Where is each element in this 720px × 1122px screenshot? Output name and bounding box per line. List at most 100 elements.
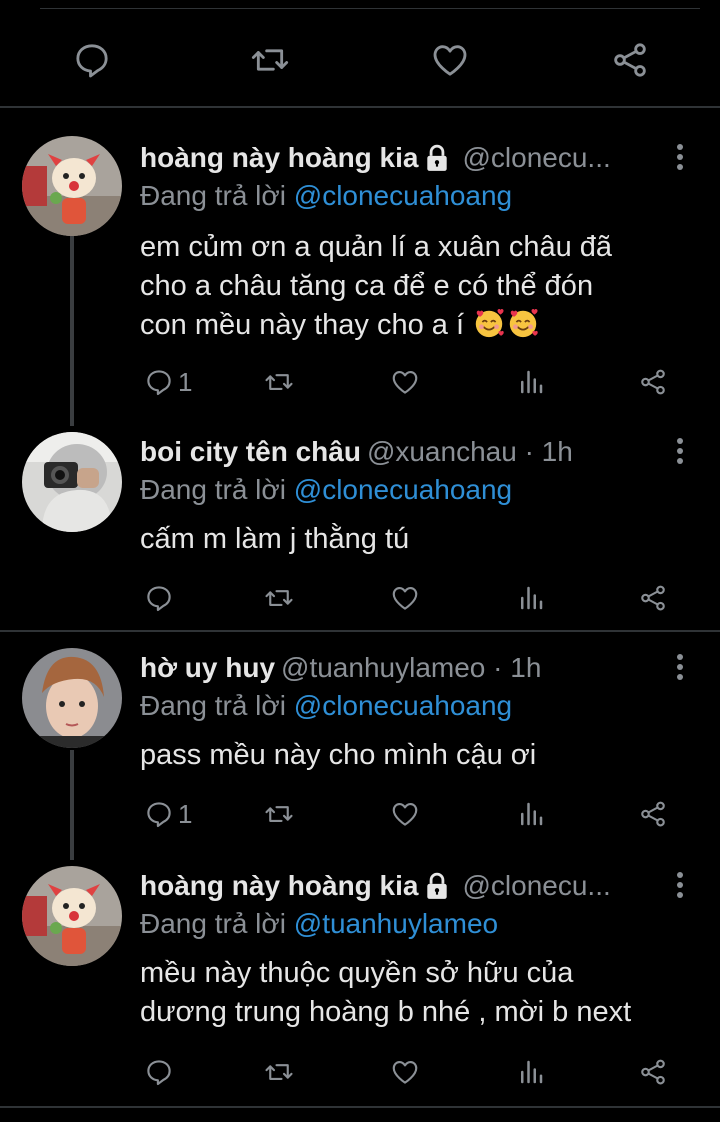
analytics-button[interactable] xyxy=(516,580,546,616)
tweet-text-line: cho a châu tăng ca để e có thể đón xyxy=(140,270,594,302)
share-button[interactable] xyxy=(638,1054,668,1090)
stats-icon xyxy=(516,583,546,613)
tweet-text-line: pass mều này cho mình cậu ơi xyxy=(140,739,537,771)
replying-to-label: Đang trả lời xyxy=(140,908,294,939)
reply-count: 1 xyxy=(178,798,193,829)
retweet-button[interactable] xyxy=(264,796,294,832)
like-icon xyxy=(430,40,470,80)
divider xyxy=(0,106,720,108)
tweet-text-line: con mều này thay cho a í xyxy=(140,309,465,341)
retweet-button[interactable] xyxy=(264,1054,294,1090)
analytics-button[interactable] xyxy=(516,364,546,400)
retweet-icon xyxy=(264,799,294,829)
thread-line xyxy=(70,236,74,426)
like-icon xyxy=(390,1057,420,1087)
share-icon xyxy=(638,367,668,397)
replying-to: Đang trả lời @clonecuahoang xyxy=(140,180,512,212)
share-button[interactable] xyxy=(608,36,652,84)
retweet-button[interactable] xyxy=(264,580,294,616)
like-button[interactable] xyxy=(390,1054,420,1090)
tweet-actions xyxy=(140,580,700,616)
share-icon xyxy=(638,583,668,613)
retweet-button[interactable] xyxy=(264,364,294,400)
share-button[interactable] xyxy=(638,364,668,400)
replying-to: Đang trả lời @tuanhuylameo xyxy=(140,908,498,940)
divider xyxy=(0,1106,720,1108)
reply-icon xyxy=(144,583,174,613)
more-icon[interactable] xyxy=(676,654,684,682)
reply-button[interactable]: 1 xyxy=(144,796,192,832)
tweet-actions: 1 xyxy=(140,364,700,400)
tweet-text-line: mều này thuộc quyền sở hữu của xyxy=(140,957,574,989)
reply-icon xyxy=(144,367,174,397)
analytics-button[interactable] xyxy=(516,1054,546,1090)
retweet-button[interactable] xyxy=(248,36,292,84)
display-name[interactable]: hoàng này hoàng kia xyxy=(140,142,418,174)
share-icon xyxy=(638,799,668,829)
mention-link[interactable]: @clonecuahoang xyxy=(294,180,512,211)
like-button[interactable] xyxy=(390,580,420,616)
replying-to: Đang trả lời @clonecuahoang xyxy=(140,690,512,722)
replying-to: Đang trả lời @clonecuahoang xyxy=(140,474,512,506)
replying-to-label: Đang trả lời xyxy=(140,180,294,211)
avatar[interactable] xyxy=(22,432,122,532)
display-name[interactable]: hoàng này hoàng kia xyxy=(140,870,418,902)
more-icon[interactable] xyxy=(676,872,684,900)
smiling-face-with-hearts-icon xyxy=(472,306,506,340)
tweet-actions xyxy=(140,1054,700,1090)
handle[interactable]: @clonecu... xyxy=(462,870,610,902)
tweet-actions: 1 xyxy=(140,796,700,832)
handle[interactable]: @tuanhuylameo · 1h xyxy=(281,652,541,684)
mention-link[interactable]: @clonecuahoang xyxy=(294,690,512,721)
retweet-icon xyxy=(250,40,290,80)
like-button[interactable] xyxy=(390,364,420,400)
avatar[interactable] xyxy=(22,648,122,748)
reply-button[interactable] xyxy=(144,1054,178,1090)
share-icon xyxy=(638,1057,668,1087)
avatar[interactable] xyxy=(22,136,122,236)
more-icon[interactable] xyxy=(676,144,684,172)
display-name[interactable]: boi city tên châu xyxy=(140,436,361,468)
mention-link[interactable]: @tuanhuylameo xyxy=(294,908,498,939)
like-icon xyxy=(390,799,420,829)
tweet-text-line: cấm m làm j thằng tú xyxy=(140,523,410,555)
tweet-text-line: dương trung hoàng b nhé , mời b next xyxy=(140,996,632,1028)
avatar[interactable] xyxy=(22,866,122,966)
thread-line xyxy=(70,750,74,860)
like-button[interactable] xyxy=(428,36,472,84)
reply-icon xyxy=(144,1057,174,1087)
analytics-button[interactable] xyxy=(516,796,546,832)
handle[interactable]: @clonecu... xyxy=(462,142,610,174)
mention-link[interactable]: @clonecuahoang xyxy=(294,474,512,505)
reply-button[interactable] xyxy=(144,580,178,616)
like-icon xyxy=(390,367,420,397)
reply-icon xyxy=(144,799,174,829)
share-button[interactable] xyxy=(638,580,668,616)
like-button[interactable] xyxy=(390,796,420,832)
stats-icon xyxy=(516,367,546,397)
retweet-icon xyxy=(264,367,294,397)
reply-count: 1 xyxy=(178,366,193,397)
replying-to-label: Đang trả lời xyxy=(140,690,294,721)
reply-icon xyxy=(72,40,112,80)
tweet-text: cấm m làm j thằng tú xyxy=(140,520,700,559)
share-button[interactable] xyxy=(638,796,668,832)
tweet-text: em củm ơn a quản lí a xuân châu đã cho a… xyxy=(140,228,700,345)
tweet-text-line: em củm ơn a quản lí a xuân châu đã xyxy=(140,231,613,263)
tweet-text: pass mều này cho mình cậu ơi xyxy=(140,736,700,775)
top-divider xyxy=(40,8,700,9)
handle[interactable]: @xuanchau · 1h xyxy=(367,436,573,468)
tweet-text: mều này thuộc quyền sở hữu của dương tru… xyxy=(140,954,700,1032)
display-name[interactable]: hờ uy huy xyxy=(140,652,275,684)
reply-button[interactable] xyxy=(70,36,114,84)
more-icon[interactable] xyxy=(676,438,684,466)
stats-icon xyxy=(516,1057,546,1087)
lock-icon xyxy=(424,144,450,172)
divider xyxy=(0,630,720,632)
reply-button[interactable]: 1 xyxy=(144,364,192,400)
retweet-icon xyxy=(264,1057,294,1087)
stats-icon xyxy=(516,799,546,829)
replying-to-label: Đang trả lời xyxy=(140,474,294,505)
like-icon xyxy=(390,583,420,613)
lock-icon xyxy=(424,872,450,900)
